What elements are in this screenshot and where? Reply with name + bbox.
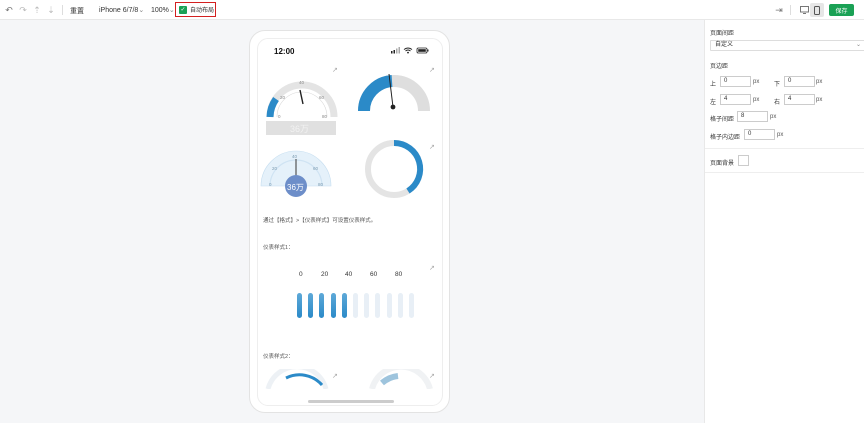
gauge3-tick-40: 40 [292,154,298,159]
bar-segment-empty [386,293,392,318]
chevron-down-icon: ⌄ [855,42,861,48]
gauge1-tick-60: 60 [319,95,325,100]
bar-gauge-chart[interactable]: 0 20 40 60 80 [258,269,442,319]
unit-label: px [753,79,760,85]
top-margin-label: 上 [710,82,717,88]
unit-label: px [753,97,760,103]
gauge-chart-2[interactable] [354,63,434,119]
gauge3-tick-80: 80 [318,182,324,187]
toolbar: ↶ ↷ ⇡ ⇣ 重置 iPhone 6/7/8⌄ 100%⌄ ✓ 自动布局 ⇥ … [0,0,864,20]
panel-divider [705,148,864,149]
gauge3-tick-60: 60 [313,166,319,171]
checkmark-icon: ✓ [179,5,187,14]
style1-tick-80: 80 [395,271,403,278]
bring-forward-icon[interactable]: ⇡ [30,3,44,17]
redo-icon[interactable]: ↷ [16,3,30,17]
left-margin-label: 左 [710,100,717,106]
unit-label: px [816,79,823,85]
style2-gauge-1[interactable] [264,369,330,389]
style1-tick-40: 40 [345,271,353,278]
export-icon[interactable]: ⇥ [772,3,786,17]
bottom-margin-input[interactable]: 0 [784,76,815,87]
bar-segment-filled [319,293,325,318]
spacing-mode-value: 自定义 [715,42,734,48]
right-margin-input[interactable]: 4 [784,94,815,105]
gauge3-tick-20: 20 [272,166,278,171]
desktop-view-icon[interactable] [797,3,811,17]
bar-segment-empty [397,293,403,318]
mobile-view-icon[interactable] [810,3,824,17]
expand-arrow-icon[interactable]: ↗ [429,372,435,380]
cell-padding-input[interactable]: 0 [744,129,775,140]
top-margin-input[interactable]: 0 [720,76,751,87]
left-margin-input[interactable]: 4 [720,94,751,105]
bar-segment-empty [364,293,370,318]
settings-panel: 页面间距 自定义 ⌄ 页边距 上 0 px 下 0 px 左 4 px 右 4 … [704,20,864,423]
style1-tick-60: 60 [370,271,378,278]
chevron-down-icon: ⌄ [138,7,145,14]
gauge-chart-3[interactable]: 0 20 40 60 80 36万 [258,142,338,197]
gauge1-tick-40: 40 [299,80,305,85]
gauge-chart-4[interactable] [362,137,426,201]
margin-title: 页边距 [710,64,729,70]
bar-segment-filled [308,293,314,318]
gauge-chart-1[interactable]: 0 20 40 60 80 36万 [262,63,342,135]
gauge1-tick-80: 80 [322,114,328,119]
device-select[interactable]: iPhone 6/7/8⌄ [99,6,144,14]
expand-arrow-icon[interactable]: ↗ [429,264,435,272]
expand-arrow-icon[interactable]: ↗ [429,66,435,74]
device-label: iPhone 6/7/8 [99,7,139,14]
style1-label: 仪表样式1： [263,245,294,251]
background-color-swatch[interactable] [738,155,749,166]
phone-frame: 12:00 0 20 40 60 80 36万 ↗ ↗ 0 20 40 60 8… [249,30,450,413]
undo-icon[interactable]: ↶ [2,3,16,17]
expand-arrow-icon[interactable]: ↗ [429,143,435,151]
cell-padding-label: 格子内边距 [710,135,741,141]
auto-layout-checkbox[interactable]: ✓ 自动布局 [175,2,216,17]
bar-segment-empty [353,293,358,318]
gauge1-value: 36万 [290,124,309,134]
toolbar-divider [790,5,791,15]
unit-label: px [770,114,777,120]
zoom-label: 100% [151,7,169,14]
bar-segment-filled [330,293,336,318]
toolbar-divider [62,5,63,15]
spacing-mode-select[interactable]: 自定义 ⌄ [710,40,864,51]
cell-gap-label: 格子间距 [710,117,735,123]
zoom-select[interactable]: 100%⌄ [151,6,175,14]
status-time: 12:00 [274,47,295,56]
bar-segment-empty [375,293,381,318]
status-bar: 12:00 [258,39,442,59]
style1-tick-0: 0 [299,271,303,278]
bar-segment-empty [409,293,414,318]
send-backward-icon[interactable]: ⇣ [44,3,58,17]
style2-label: 仪表样式2： [263,354,294,360]
expand-arrow-icon[interactable]: ↗ [332,372,338,380]
right-margin-label: 右 [774,100,781,106]
phone-screen: 12:00 0 20 40 60 80 36万 ↗ ↗ 0 20 40 60 8… [257,38,443,406]
bar-segment-filled [341,293,347,318]
style2-gauge-2[interactable] [368,369,434,389]
bottom-margin-label: 下 [774,82,781,88]
expand-arrow-icon[interactable]: ↗ [332,66,338,74]
unit-label: px [816,97,823,103]
bar-segment-filled [297,293,302,318]
status-icons [391,47,429,54]
panel-divider [705,172,864,173]
home-indicator [308,400,394,403]
style1-tick-20: 20 [321,271,329,278]
reset-button[interactable]: 重置 [70,6,84,16]
save-button[interactable]: 保存 [829,4,854,16]
gauge-style-note: 通过【格式】>【仪表样式】可设置仪表样式。 [263,218,377,224]
cell-gap-input[interactable]: 8 [737,111,768,122]
gauge1-tick-0: 0 [278,114,281,119]
gauge3-value: 36万 [287,183,304,192]
auto-layout-label: 自动布局 [190,8,215,14]
page-spacing-title: 页面间距 [710,31,735,37]
gauge1-tick-20: 20 [280,95,286,100]
page-background-label: 页面背景 [710,161,735,167]
unit-label: px [777,132,784,138]
chevron-down-icon: ⌄ [168,7,175,14]
